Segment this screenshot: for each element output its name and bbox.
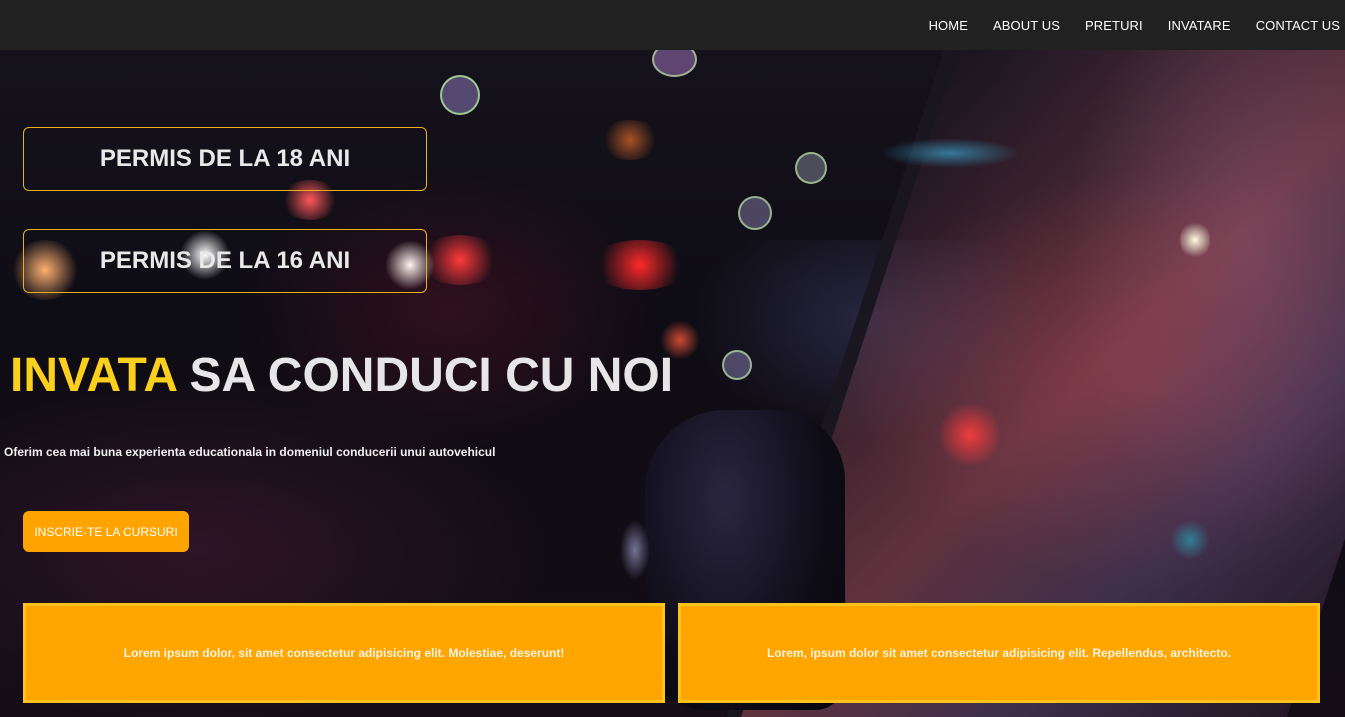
bokeh-light: [940, 400, 1000, 470]
top-navbar: HOME ABOUT US PRETURI INVATARE CONTACT U…: [0, 0, 1345, 50]
headline-accent: INVATA: [10, 349, 177, 402]
nav-invatare[interactable]: INVATARE: [1168, 18, 1231, 33]
nav-about-us[interactable]: ABOUT US: [993, 18, 1060, 33]
bokeh-light: [880, 138, 1020, 168]
bokeh-light: [652, 50, 697, 77]
bokeh-light: [795, 152, 827, 184]
bokeh-light: [620, 520, 650, 580]
bokeh-light: [1180, 220, 1210, 260]
bokeh-light: [738, 196, 772, 230]
bokeh-light: [722, 350, 752, 380]
hero-headline: INVATA SA CONDUCI CU NOI: [10, 348, 673, 403]
enroll-button[interactable]: INSCRIE-TE LA CURSURI: [23, 511, 189, 552]
nav-preturi[interactable]: PRETURI: [1085, 18, 1143, 33]
info-card: Lorem ipsum dolor, sit amet consectetur …: [23, 603, 665, 703]
bokeh-light: [600, 120, 660, 160]
hero-subtitle: Oferim cea mai buna experienta education…: [4, 445, 496, 459]
permit-18-box[interactable]: PERMIS DE LA 18 ANI: [23, 127, 427, 191]
bokeh-light: [1170, 520, 1210, 560]
info-card: Lorem, ipsum dolor sit amet consectetur …: [678, 603, 1320, 703]
bokeh-light: [440, 75, 480, 115]
headline-rest: SA CONDUCI CU NOI: [176, 349, 674, 402]
permit-16-box[interactable]: PERMIS DE LA 16 ANI: [23, 229, 427, 293]
nav-home[interactable]: HOME: [929, 18, 968, 33]
bokeh-light: [590, 240, 690, 290]
nav-contact-us[interactable]: CONTACT US: [1256, 18, 1340, 33]
